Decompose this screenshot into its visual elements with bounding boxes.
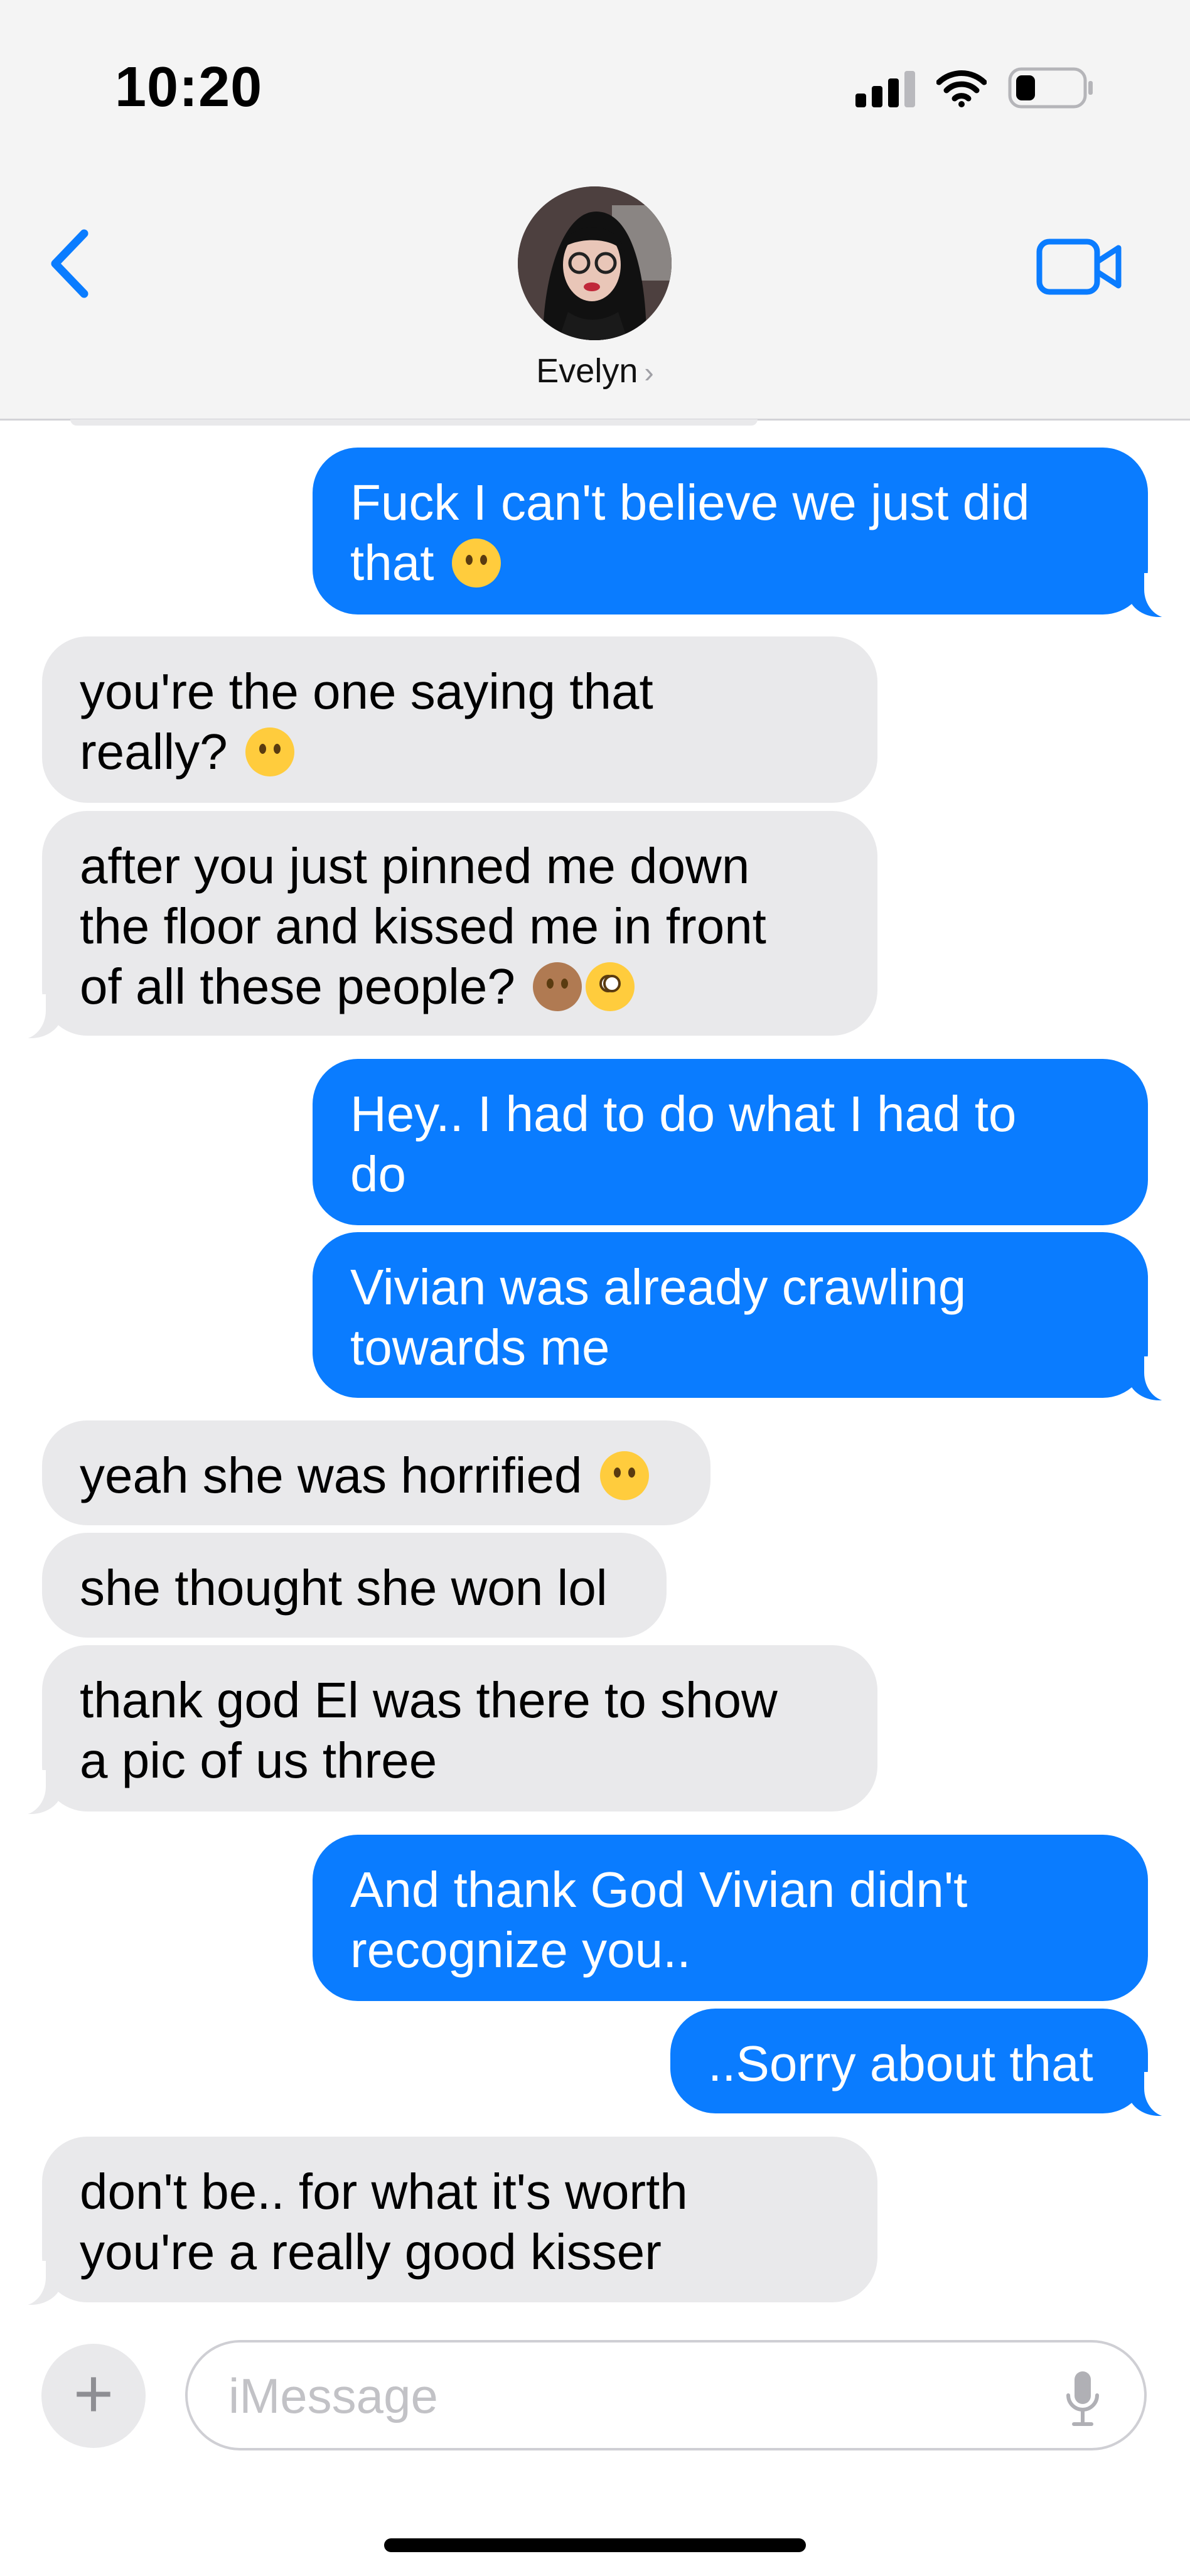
facetime-video-button[interactable] (1036, 235, 1123, 298)
message-bubble-sent[interactable]: Vivian was already crawling towards me (313, 1232, 1182, 1402)
message-text-line: you're a really good kisser (80, 2224, 662, 2280)
face-exhaling-emoji-icon (451, 539, 501, 588)
previous-message-bubble-edge (70, 419, 758, 426)
back-button[interactable] (45, 226, 95, 301)
message-text: And thank God Vivian didn't (350, 1862, 968, 1918)
status-icons (855, 65, 1095, 110)
message-text: thank god El was there to show (80, 1672, 778, 1728)
flushed-face-emoji-icon (586, 962, 635, 1011)
face-without-mouth-emoji-icon (245, 727, 294, 776)
message-text-line: a pic of us three (80, 1732, 437, 1788)
message-text-line: towards me (350, 1319, 610, 1375)
status-time: 10:20 (115, 56, 263, 119)
bubble-tail (1128, 2072, 1182, 2117)
message-bubble-sent[interactable]: Hey.. I had to do what I had to do (313, 1059, 1148, 1225)
message-text-line: that (350, 535, 434, 591)
message-bubble-sent[interactable]: ..Sorry about that (670, 2009, 1182, 2117)
message-text: you're the one saying that (80, 663, 653, 719)
wifi-icon (936, 68, 987, 107)
dictation-button[interactable] (1065, 2369, 1100, 2429)
message-text: Fuck I can't believe we just did (350, 475, 1030, 530)
imessage-input[interactable]: iMessage (185, 2340, 1147, 2450)
message-bubble-received[interactable]: she thought she won lol (42, 1533, 667, 1638)
message-bubble-sent[interactable]: Fuck I can't believe we just did that (313, 448, 1182, 618)
avatar-photo-icon (518, 186, 672, 340)
apps-plus-button[interactable]: + (41, 2344, 146, 2448)
message-text: she thought she won lol (80, 1560, 608, 1616)
chevron-left-icon (51, 229, 88, 298)
message-bubble-received[interactable]: you're the one saying that really? (42, 636, 877, 803)
message-text-line: of all these people? (80, 958, 515, 1014)
message-text: after you just pinned me down (80, 838, 750, 894)
message-text: Hey.. I had to do what I had to (350, 1086, 1017, 1142)
message-bubble-received[interactable]: thank god El was there to show a pic of … (8, 1645, 877, 1815)
message-text: Vivian was already crawling (350, 1259, 967, 1315)
bubble-tail (8, 2261, 62, 2306)
see-no-evil-monkey-emoji-icon (533, 962, 582, 1011)
contact-name: Evelyn (536, 352, 638, 390)
bubble-tail (8, 1770, 62, 1815)
message-text-line: really? (80, 724, 228, 780)
message-text-line: the floor and kissed me in front (80, 898, 766, 954)
message-text: don't be.. for what it's worth (80, 2164, 688, 2219)
contact-name-button[interactable]: Evelyn › (0, 352, 1190, 390)
bubble-tail (1128, 1356, 1182, 1402)
chevron-right-icon: › (644, 356, 654, 389)
message-bubble-sent[interactable]: And thank God Vivian didn't recognize yo… (313, 1835, 1148, 2001)
video-camera-icon (1036, 239, 1122, 295)
cellular-signal-icon (855, 68, 915, 107)
message-text: ..Sorry about that (708, 2036, 1093, 2091)
message-text-line: recognize you.. (350, 1922, 691, 1978)
input-placeholder: iMessage (228, 2368, 438, 2423)
bubble-tail (1128, 573, 1182, 618)
conversation-header: 10:20 Evelyn › (0, 0, 1190, 421)
message-bubble-received[interactable]: don't be.. for what it's worth you're a … (8, 2137, 877, 2306)
message-text: yeah she was horrified (80, 1447, 582, 1503)
message-bubble-received[interactable]: yeah she was horrified (42, 1420, 710, 1525)
battery-icon (1008, 67, 1095, 109)
message-bubble-received[interactable]: after you just pinned me down the floor … (8, 811, 877, 1039)
bubble-tail (8, 994, 62, 1039)
microphone-icon (1066, 2371, 1099, 2426)
contact-avatar[interactable] (518, 186, 672, 340)
home-indicator[interactable] (384, 2538, 806, 2552)
face-with-hand-over-mouth-emoji-icon (599, 1451, 649, 1500)
message-text-line: do (350, 1146, 406, 1202)
